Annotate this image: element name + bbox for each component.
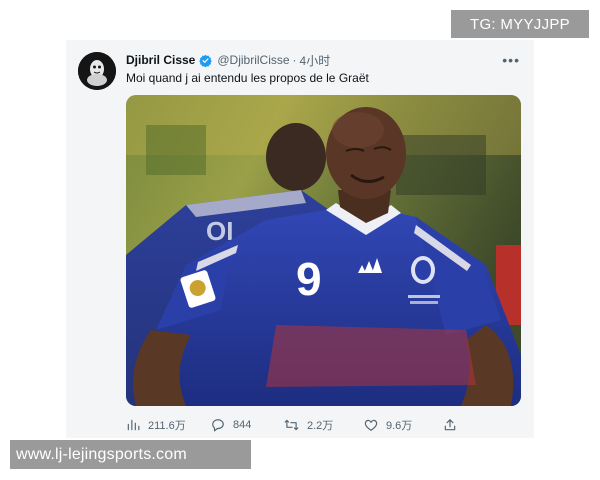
more-icon[interactable]: ••• [502, 52, 520, 68]
separator-dot: · [292, 53, 297, 67]
tweet-time[interactable]: 4小时 [300, 52, 331, 69]
share-button[interactable] [443, 416, 457, 434]
author-handle[interactable]: @DjibrilCisse [217, 53, 289, 67]
retweet-icon [284, 418, 299, 432]
like-count: 9.6万 [386, 420, 413, 432]
tweet-header: Djibril Cisse @DjibrilCisse · 4小时 [126, 51, 330, 69]
tweet-text: Moi quand j ai entendu les propos de le … [126, 71, 369, 85]
verified-icon [199, 54, 213, 67]
like-button[interactable]: 9.6万 [364, 416, 412, 434]
watermark-tg: TG: MYYJJPP [451, 10, 589, 38]
views-count: 211.6万 [148, 420, 186, 432]
avatar-image [78, 52, 116, 90]
views-icon [126, 418, 140, 432]
retweet-count: 2.2万 [307, 420, 334, 432]
action-bar: 211.6万 844 2.2万 9.6万 [126, 416, 521, 434]
tweet-photo[interactable]: OI .7 [126, 95, 521, 406]
reply-count: 844 [233, 419, 252, 431]
tweet-card[interactable]: Djibril Cisse @DjibrilCisse · 4小时 ••• Mo… [66, 40, 534, 438]
views-button[interactable]: 211.6万 [126, 416, 186, 434]
author-name[interactable]: Djibril Cisse [126, 53, 195, 67]
retweet-button[interactable]: 2.2万 [284, 416, 333, 434]
watermark-site: www.lj-lejingsports.com [10, 440, 251, 469]
avatar[interactable] [78, 52, 116, 90]
share-icon [443, 418, 457, 432]
jersey-number: 9 [296, 253, 322, 305]
reply-icon [211, 418, 225, 432]
reply-button[interactable]: 844 [211, 416, 251, 434]
photo-image: OI .7 [126, 95, 521, 406]
like-icon [364, 418, 378, 432]
